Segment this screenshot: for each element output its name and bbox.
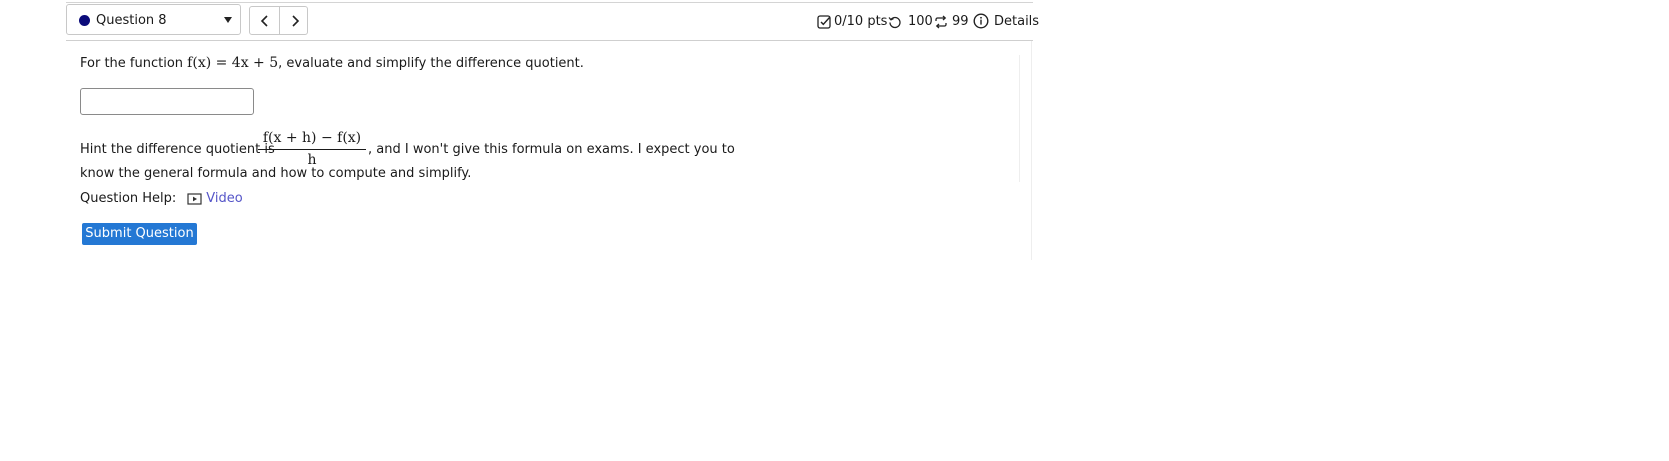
question-task: , evaluate and simplify the difference q… — [278, 56, 584, 71]
question-nav — [249, 6, 308, 35]
hint-text-end: , and I won't give this formula on exams… — [368, 142, 735, 157]
answer-input[interactable] — [80, 88, 254, 115]
chevron-left-icon — [260, 14, 268, 27]
panel-border — [1031, 41, 1032, 260]
chevron-down-icon — [224, 17, 232, 23]
checkbox-icon — [817, 14, 831, 29]
previous-question-button[interactable] — [250, 7, 279, 34]
question-select[interactable]: Question 8 — [66, 4, 241, 35]
retry-icon — [935, 15, 947, 28]
formula-numerator: f(x + h) − f(x) — [262, 130, 362, 146]
retries-text: 99 — [952, 14, 969, 29]
fraction-bar — [258, 149, 366, 150]
difference-quotient-formula: f(x + h) − f(x) h — [258, 130, 366, 169]
video-icon — [187, 192, 202, 205]
next-question-button[interactable] — [280, 7, 309, 34]
question-text: For the function f(x) = 4x + 5, evaluate… — [80, 55, 584, 71]
header-divider — [66, 40, 1033, 41]
retries-status: 99 — [934, 14, 969, 29]
question-help: Question Help: Video — [80, 191, 243, 206]
info-icon — [973, 12, 989, 29]
points-status: 0/10 pts — [817, 14, 887, 29]
content-divider — [1019, 55, 1020, 182]
question-help-label: Question Help: — [80, 191, 177, 206]
history-icon — [888, 16, 901, 28]
attempts-text: 100 — [908, 14, 933, 29]
video-link-label: Video — [206, 191, 243, 206]
details-label: Details — [994, 14, 1040, 29]
status-dot-icon — [79, 15, 90, 26]
question-intro: For the function — [80, 56, 184, 71]
points-text: 0/10 pts — [834, 14, 888, 29]
hint-text-start: Hint the difference quotient is — [80, 142, 275, 157]
function-expression: f(x) = 4x + 5 — [187, 55, 279, 71]
hint-text-line2: know the general formula and how to comp… — [80, 166, 472, 181]
submit-question-button[interactable]: Submit Question — [82, 223, 197, 245]
attempts-status: 100 — [888, 14, 933, 29]
video-link[interactable]: Video — [187, 191, 243, 206]
chevron-right-icon — [291, 14, 299, 27]
question-select-label: Question 8 — [96, 13, 167, 28]
details-button[interactable]: Details — [973, 12, 1039, 29]
